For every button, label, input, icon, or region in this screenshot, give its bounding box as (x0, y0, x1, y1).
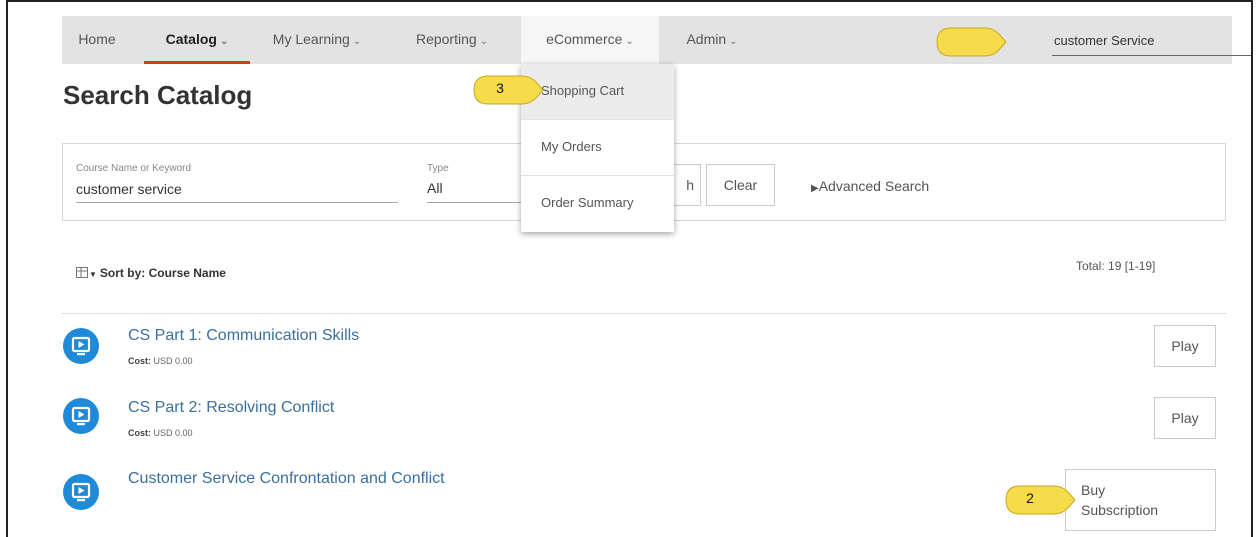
nav-admin-label: Admin (686, 31, 727, 47)
play-button[interactable]: Play (1154, 325, 1216, 367)
sort-control[interactable]: ▼ Sort by: Course Name (76, 266, 226, 280)
type-underline (427, 202, 523, 203)
callout-number: 3 (496, 80, 504, 96)
course-monitor-icon (63, 398, 99, 434)
nav-search-input[interactable]: customer Service (1052, 26, 1251, 56)
callout-number: 2 (1026, 490, 1034, 506)
cost-label: Cost: (128, 356, 151, 366)
course-monitor-icon (63, 328, 99, 364)
nav-ecommerce[interactable]: eCommerce ⌄ (521, 16, 659, 64)
callout-badge-2 (1005, 485, 1076, 515)
sort-caret-icon: ▼ (89, 270, 97, 279)
top-nav: Home Catalog ⌄ My Learning ⌄ Reporting ⌄ eC… (62, 16, 1251, 64)
sort-label: Sort by: Course Name (99, 266, 226, 280)
nav-home-label: Home (78, 31, 116, 47)
course-cost: Cost: USD 0.00 (128, 356, 193, 366)
chevron-down-icon: ⌄ (729, 36, 738, 47)
chevron-down-icon: ⌄ (479, 36, 489, 47)
cost-label: Cost: (128, 428, 151, 438)
keyword-underline (76, 202, 398, 203)
nav-reporting[interactable]: Reporting ⌄ (402, 16, 502, 64)
keyword-input[interactable]: customer service (76, 181, 182, 197)
nav-ecommerce-label: eCommerce (546, 31, 623, 47)
course-title-link[interactable]: CS Part 1: Communication Skills (128, 327, 359, 345)
chevron-down-icon: ⌄ (352, 36, 362, 47)
keyword-label: Course Name or Keyword (76, 163, 192, 174)
page-title: Search Catalog (63, 80, 253, 110)
clear-button[interactable]: Clear (706, 164, 775, 206)
menu-item-my-orders[interactable]: My Orders (521, 120, 674, 176)
course-cost: Cost: USD 0.00 (128, 428, 193, 438)
play-button[interactable]: Play (1154, 397, 1216, 439)
cost-value: USD 0.00 (153, 356, 193, 366)
sort-grid-icon (76, 267, 88, 278)
nav-my-learning-label: My Learning (272, 31, 350, 47)
results-divider (62, 313, 1226, 314)
menu-item-order-summary[interactable]: Order Summary (521, 176, 674, 232)
nav-admin[interactable]: Admin ⌄ (672, 16, 752, 64)
type-label: Type (427, 163, 449, 174)
nav-reporting-label: Reporting (415, 31, 477, 47)
nav-catalog-label: Catalog (165, 31, 217, 47)
results-total: Total: 19 [1-19] (1076, 259, 1156, 273)
caret-right-icon: ▶ (811, 183, 819, 194)
buy-subscription-label-line2: Subscription (1081, 502, 1159, 518)
chevron-down-icon: ⌄ (219, 36, 229, 47)
buy-subscription-label-line1: Buy (1081, 482, 1106, 498)
nav-home[interactable]: Home (62, 16, 132, 64)
nav-catalog[interactable]: Catalog ⌄ (144, 16, 250, 64)
course-title-link[interactable]: CS Part 2: Resolving Conflict (128, 399, 334, 417)
callout-badge-1 (936, 27, 1007, 57)
cost-value: USD 0.00 (153, 428, 193, 438)
type-select[interactable]: All (427, 180, 443, 196)
callout-badge-3 (473, 75, 544, 105)
course-title-link[interactable]: Customer Service Confrontation and Confl… (128, 470, 445, 488)
nav-my-learning[interactable]: My Learning ⌄ (262, 16, 372, 64)
advanced-search-link[interactable]: ▶Advanced Search (811, 178, 929, 194)
buy-subscription-button[interactable]: Buy Subscription (1065, 469, 1216, 531)
app-window: Home Catalog ⌄ My Learning ⌄ Reporting ⌄ eC… (6, 0, 1253, 537)
advanced-search-label: Advanced Search (818, 178, 930, 194)
course-monitor-icon (63, 474, 99, 510)
chevron-down-icon: ⌄ (625, 36, 634, 47)
